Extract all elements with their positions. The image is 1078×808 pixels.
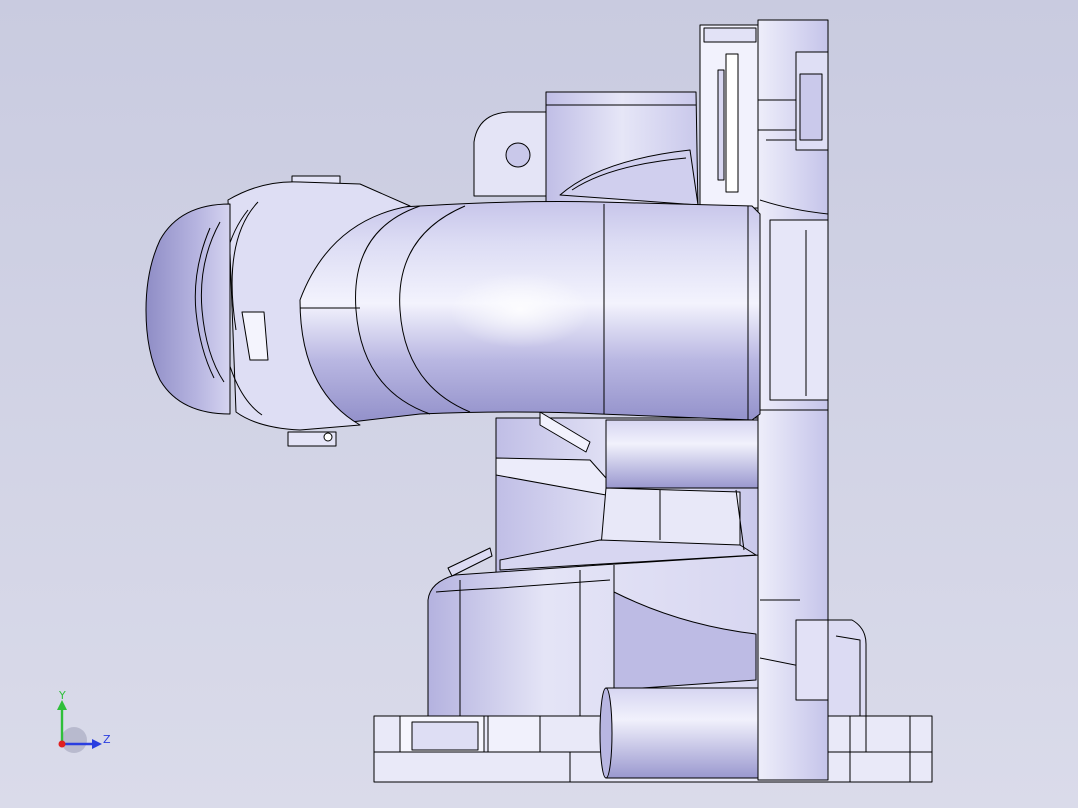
origin-point bbox=[58, 740, 66, 748]
z-axis-label: Z bbox=[103, 733, 111, 746]
top-boss[interactable] bbox=[545, 91, 699, 211]
y-axis-label: Y bbox=[58, 689, 66, 702]
viewport-canvas[interactable]: Y Z bbox=[0, 0, 1078, 808]
3d-viewport[interactable]: Y Z bbox=[0, 0, 1078, 808]
mounting-ear[interactable] bbox=[473, 111, 549, 197]
triad-plane-indicator bbox=[61, 727, 87, 753]
